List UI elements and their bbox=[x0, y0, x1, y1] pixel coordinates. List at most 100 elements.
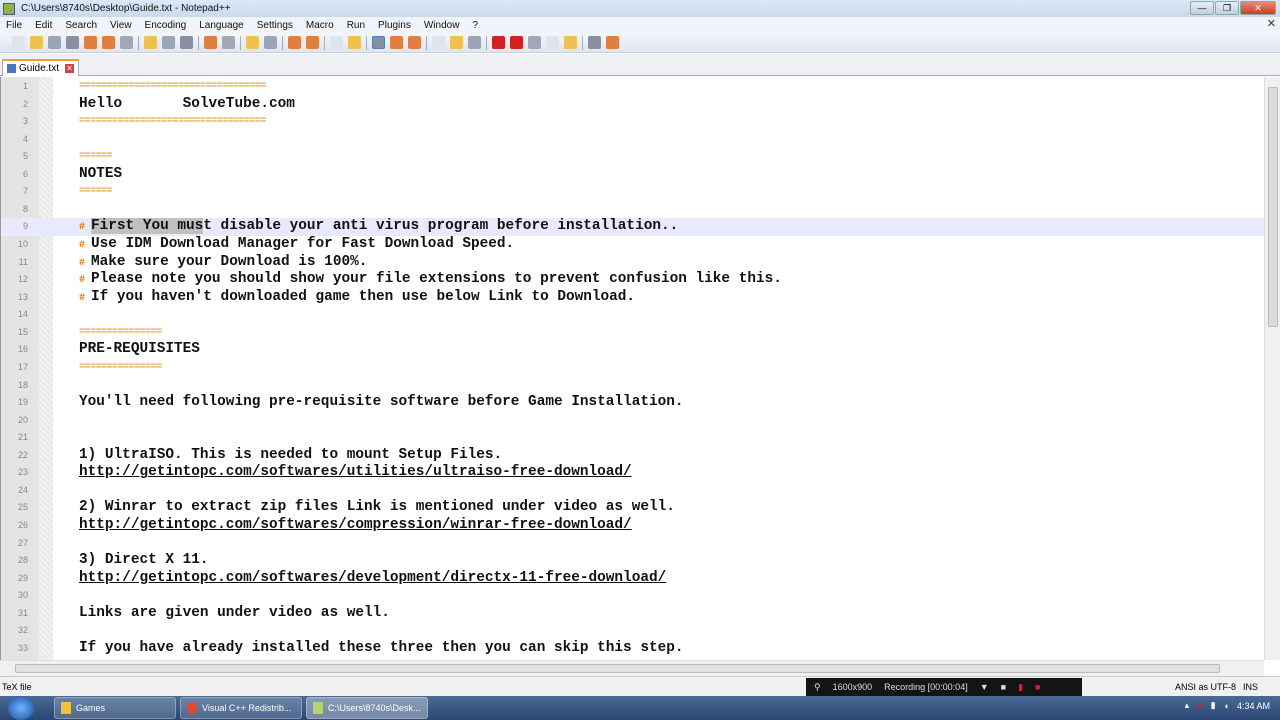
taskbar-item-chrome[interactable]: Visual C++ Redistrib... bbox=[180, 697, 302, 719]
recorder-tray-icon[interactable]: ● bbox=[1197, 701, 1202, 711]
editor-line[interactable]: 26 http://getintopc.com/softwares/compres… bbox=[1, 517, 1264, 535]
network-icon[interactable]: ▮ bbox=[1211, 700, 1216, 711]
function-list-icon[interactable] bbox=[450, 36, 463, 49]
horizontal-scrollbar[interactable] bbox=[0, 660, 1264, 676]
restore-button[interactable]: ❐ bbox=[1215, 1, 1239, 15]
clock[interactable]: 4:34 AM bbox=[1237, 701, 1270, 711]
close-document-icon[interactable]: ✕ bbox=[1267, 17, 1276, 30]
show-hidden-icons[interactable]: ▴ bbox=[1185, 700, 1190, 711]
editor-line[interactable]: 8 bbox=[1, 201, 1264, 219]
editor-line[interactable]: 30 bbox=[1, 587, 1264, 605]
word-wrap-icon[interactable] bbox=[372, 36, 385, 49]
menu-run[interactable]: Run bbox=[347, 20, 365, 31]
editor-line[interactable]: 11 # Make sure your Download is 100%. bbox=[1, 254, 1264, 272]
editor-line[interactable]: 18 bbox=[1, 377, 1264, 395]
save-all-icon[interactable] bbox=[66, 36, 79, 49]
editor-line[interactable]: 33 If you have already installed these th… bbox=[1, 640, 1264, 658]
menu-language[interactable]: Language bbox=[199, 20, 244, 31]
play-macro-icon[interactable] bbox=[528, 36, 541, 49]
pause-icon[interactable]: ▮ bbox=[1018, 682, 1023, 693]
dropdown-icon[interactable]: ▼ bbox=[980, 682, 989, 692]
editor-line[interactable]: 22 1) UltraISO. This is needed to mount S… bbox=[1, 447, 1264, 465]
save-icon[interactable] bbox=[48, 36, 61, 49]
indent-guide-icon[interactable] bbox=[408, 36, 421, 49]
taskbar-item-notepad[interactable]: C:\Users\8740s\Desk... bbox=[306, 697, 428, 719]
start-button[interactable] bbox=[8, 696, 34, 720]
undo-icon[interactable] bbox=[204, 36, 217, 49]
menu-file[interactable]: File bbox=[6, 20, 22, 31]
stop-record-icon[interactable] bbox=[510, 36, 523, 49]
editor-line[interactable]: 5 ====== bbox=[1, 148, 1264, 166]
menu-window[interactable]: Window bbox=[424, 20, 460, 31]
editor-line[interactable]: 21 bbox=[1, 429, 1264, 447]
vertical-scrollbar[interactable] bbox=[1264, 77, 1280, 660]
editor-line[interactable]: 7 ====== bbox=[1, 183, 1264, 201]
new-file-icon[interactable] bbox=[12, 36, 25, 49]
menu-edit[interactable]: Edit bbox=[35, 20, 52, 31]
redo-icon[interactable] bbox=[222, 36, 235, 49]
vertical-scroll-thumb[interactable] bbox=[1268, 87, 1278, 327]
editor-line[interactable]: 31 Links are given under video as well. bbox=[1, 605, 1264, 623]
close-all-icon[interactable] bbox=[102, 36, 115, 49]
editor-line[interactable]: 1 ================================== bbox=[1, 78, 1264, 96]
menu-help[interactable]: ? bbox=[472, 20, 478, 31]
cut-icon[interactable] bbox=[144, 36, 157, 49]
editor-line[interactable]: 15 =============== bbox=[1, 324, 1264, 342]
show-all-chars-icon[interactable] bbox=[390, 36, 403, 49]
menu-macro[interactable]: Macro bbox=[306, 20, 334, 31]
record-macro-icon[interactable] bbox=[492, 36, 505, 49]
editor-line[interactable]: 9 # First You must disable your anti viru… bbox=[1, 218, 1264, 237]
menu-plugins[interactable]: Plugins bbox=[378, 20, 411, 31]
editor-line[interactable]: 12 # Please note you should show your fil… bbox=[1, 271, 1264, 289]
spell-check-icon[interactable] bbox=[588, 36, 601, 49]
tab-guide-txt[interactable]: Guide.txt ✕ bbox=[2, 59, 80, 76]
editor-line[interactable]: 14 bbox=[1, 306, 1264, 324]
replace-icon[interactable] bbox=[264, 36, 277, 49]
editor-line[interactable]: 20 bbox=[1, 412, 1264, 430]
open-file-icon[interactable] bbox=[30, 36, 43, 49]
menu-encoding[interactable]: Encoding bbox=[145, 20, 187, 31]
editor-line[interactable]: 6 NOTES bbox=[1, 166, 1264, 184]
save-macro-icon[interactable] bbox=[564, 36, 577, 49]
menu-view[interactable]: View bbox=[110, 20, 132, 31]
editor-line[interactable]: 28 3) Direct X 11. bbox=[1, 552, 1264, 570]
close-tab-icon[interactable]: ✕ bbox=[65, 64, 75, 73]
editor-line[interactable]: 10 # Use IDM Download Manager for Fast Do… bbox=[1, 236, 1264, 254]
paste-icon[interactable] bbox=[180, 36, 193, 49]
editor-line[interactable]: 13 # If you haven't downloaded game then … bbox=[1, 289, 1264, 307]
close-icon[interactable] bbox=[84, 36, 97, 49]
find-icon[interactable] bbox=[246, 36, 259, 49]
camera-icon[interactable]: ■ bbox=[1001, 682, 1006, 692]
zoom-in-icon[interactable] bbox=[288, 36, 301, 49]
menu-search[interactable]: Search bbox=[65, 20, 97, 31]
editor-line[interactable]: 17 =============== bbox=[1, 359, 1264, 377]
editor-line[interactable]: 24 bbox=[1, 482, 1264, 500]
editor-line[interactable]: 23 http://getintopc.com/softwares/utiliti… bbox=[1, 464, 1264, 482]
minimize-button[interactable]: — bbox=[1190, 1, 1214, 15]
editor-line[interactable]: 29 http://getintopc.com/softwares/develop… bbox=[1, 570, 1264, 588]
close-button[interactable]: ✕ bbox=[1240, 1, 1276, 15]
editor-line[interactable]: 32 bbox=[1, 622, 1264, 640]
editor-line[interactable]: 16 PRE-REQUISITES bbox=[1, 341, 1264, 359]
sync-v-icon[interactable] bbox=[330, 36, 343, 49]
run-macro-multiple-icon[interactable] bbox=[546, 36, 559, 49]
copy-icon[interactable] bbox=[162, 36, 175, 49]
editor-line[interactable]: 19 You'll need following pre-requisite so… bbox=[1, 394, 1264, 412]
menu-settings[interactable]: Settings bbox=[257, 20, 293, 31]
stop-icon[interactable]: ■ bbox=[1035, 682, 1040, 692]
editor-line[interactable]: 25 2) Winrar to extract zip files Link is… bbox=[1, 499, 1264, 517]
print-icon[interactable] bbox=[120, 36, 133, 49]
sync-h-icon[interactable] bbox=[348, 36, 361, 49]
folder-icon[interactable] bbox=[468, 36, 481, 49]
text-editor[interactable]: 1 ================================== 2 Hell… bbox=[0, 77, 1264, 660]
editor-line[interactable]: 4 bbox=[1, 131, 1264, 149]
extra-icon[interactable] bbox=[606, 36, 619, 49]
zoom-out-icon[interactable] bbox=[306, 36, 319, 49]
volume-icon[interactable]: ◖ bbox=[1224, 701, 1229, 711]
taskbar-item-games[interactable]: Games bbox=[54, 697, 176, 719]
horizontal-scroll-thumb[interactable] bbox=[15, 664, 1220, 673]
editor-line[interactable]: 3 ================================== bbox=[1, 113, 1264, 131]
editor-line[interactable]: 27 bbox=[1, 535, 1264, 553]
editor-line[interactable]: 2 Hello SolveTube.com bbox=[1, 96, 1264, 114]
doc-map-icon[interactable] bbox=[432, 36, 445, 49]
